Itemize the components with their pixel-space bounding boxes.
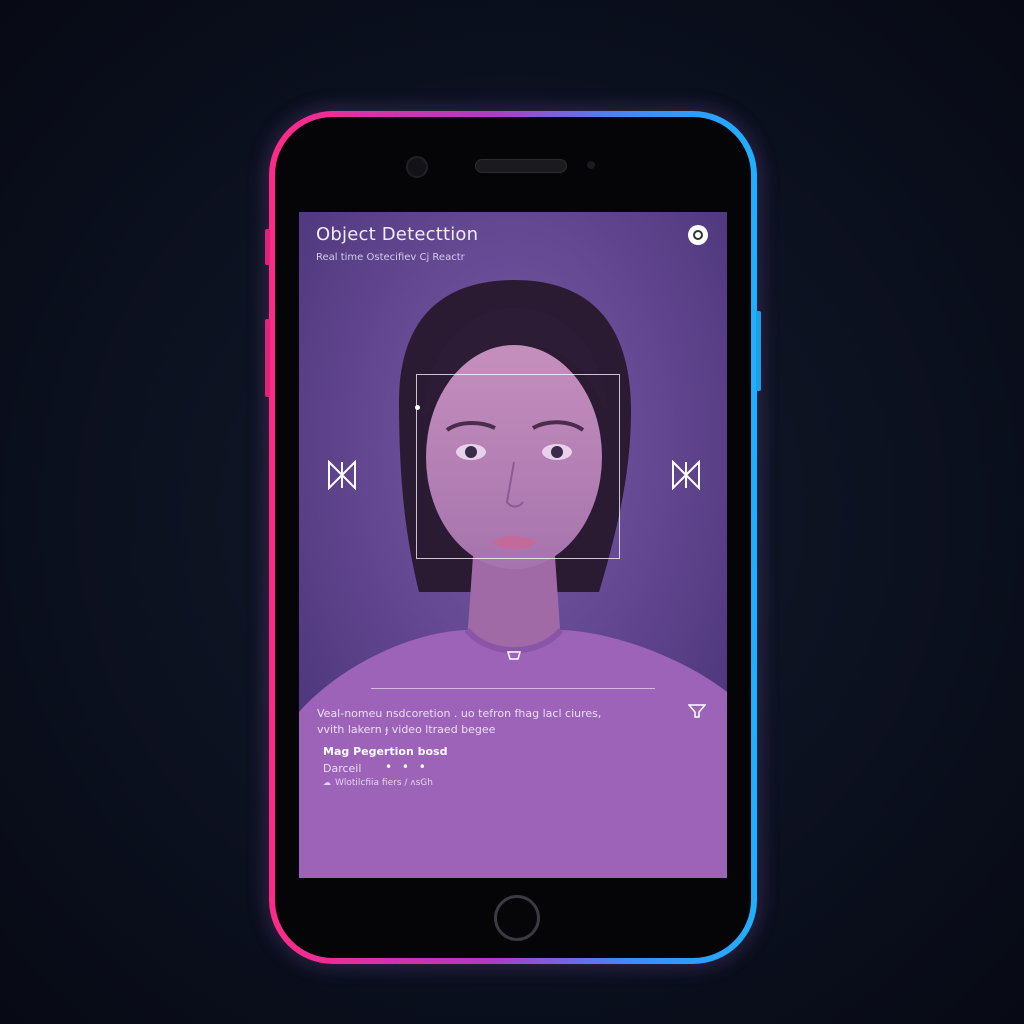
phone-body: Object Detecttion Real time Ostecifiev C…: [275, 117, 751, 958]
prev-bowtie-arrow-icon[interactable]: [327, 460, 357, 490]
record-icon[interactable]: [688, 225, 708, 245]
more-options-dots[interactable]: • • •: [385, 760, 429, 774]
volume-down-button: [265, 319, 270, 397]
description-line-1: Veal-nomeu nsdcoretion . uo tefron fhag …: [317, 707, 602, 720]
next-bowtie-arrow-icon[interactable]: [671, 460, 701, 490]
detection-anchor-point: [415, 405, 420, 410]
proximity-sensor: [587, 161, 595, 169]
description-line-2: vvith lakern ɟ video ltraed begee: [317, 723, 496, 736]
info-meta: ☁ Wlotilcfiia fiers / ʌsGh: [323, 778, 433, 788]
cloud-icon: ☁: [323, 778, 331, 787]
earpiece-speaker: [475, 159, 567, 173]
detection-bounding-box: [416, 374, 620, 559]
volume-button: [265, 229, 270, 265]
info-title: Mag Pegertion bosd: [323, 745, 448, 758]
mouth-marker-icon: [507, 651, 521, 660]
detection-divider: [371, 688, 655, 689]
front-camera: [406, 156, 428, 178]
power-button: [756, 311, 761, 391]
home-button[interactable]: [494, 895, 540, 941]
info-status: Darceil: [323, 762, 362, 775]
info-meta-text: Wlotilcfiia fiers / ʌsGh: [335, 778, 433, 788]
app-screen: Object Detecttion Real time Ostecifiev C…: [299, 212, 727, 878]
detection-description: Veal-nomeu nsdcoretion . uo tefron fhag …: [317, 706, 637, 738]
phone-frame: Object Detecttion Real time Ostecifiev C…: [265, 111, 761, 964]
app-title: Object Detecttion: [316, 224, 479, 245]
app-subtitle: Real time Ostecifiev Cj Reactr: [316, 252, 465, 263]
filter-icon[interactable]: [688, 703, 706, 719]
